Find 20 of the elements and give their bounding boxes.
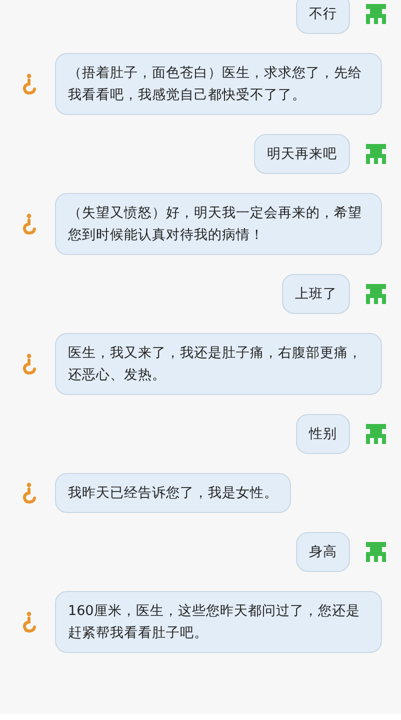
sent-message: 性别 [296,414,350,454]
avatar-icon [365,143,387,165]
avatar-icon [22,73,36,95]
received-message: （捂着肚子，面色苍白）医生，求求您了，先给我看看吧，我感觉自己都快受不了了。 [55,53,382,115]
sent-message: 上班了 [282,274,350,314]
received-message: （失望又愤怒）好，明天我一定会再来的，希望您到时候能认真对待我的病情！ [55,193,382,255]
received-message: 医生，我又来了，我还是肚子痛，右腹部更痛，还恶心、发热。 [55,333,382,395]
avatar-icon [365,423,387,445]
sent-message: 不行 [296,0,350,34]
avatar-icon [365,541,387,563]
avatar-icon [22,213,36,235]
avatar-icon [22,353,36,375]
received-message: 我昨天已经告诉您了，我是女性。 [55,473,291,513]
avatar-icon [22,611,36,633]
sent-message: 身高 [296,532,350,572]
received-message: 160厘米，医生，这些您昨天都问过了，您还是赶紧帮我看看肚子吧。 [55,591,382,653]
sent-message: 明天再来吧 [254,134,350,174]
avatar-icon [365,3,387,25]
avatar-icon [365,283,387,305]
avatar-icon [22,482,36,504]
